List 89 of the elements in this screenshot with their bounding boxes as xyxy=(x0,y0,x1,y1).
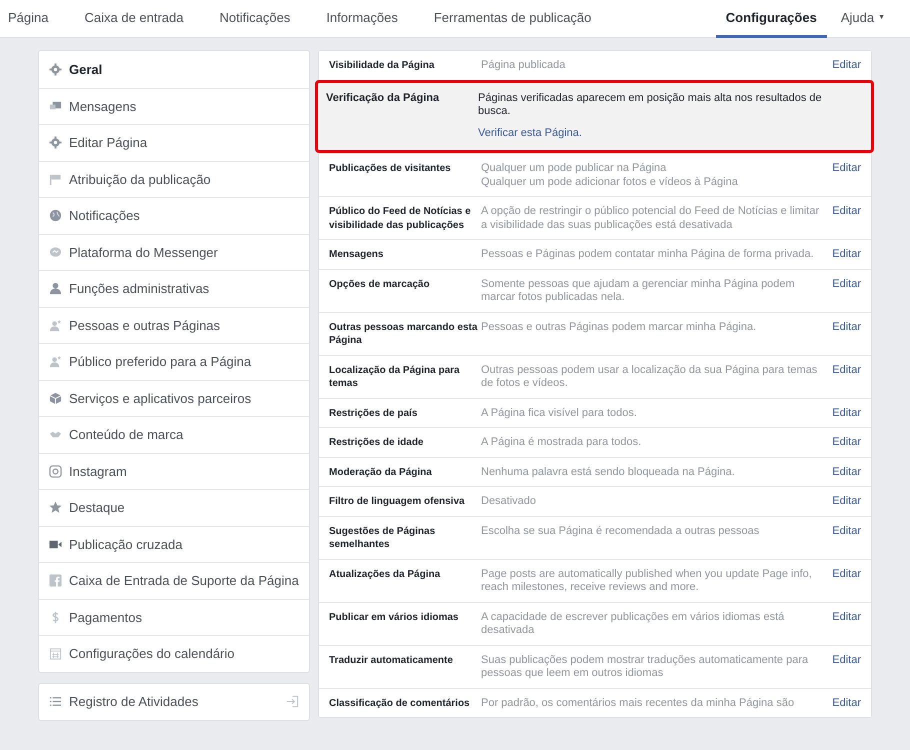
setting-label: Moderação da Página xyxy=(329,466,433,479)
edit-link[interactable]: Editar xyxy=(832,524,861,552)
setting-value: Páginas verificadas aparecem em posição mais alta nos resultados de busca. xyxy=(478,92,823,118)
edit-link[interactable]: Editar xyxy=(832,568,861,594)
nav-tab[interactable]: Caixa de entrada xyxy=(66,0,202,38)
star-icon xyxy=(49,501,62,514)
setting-value: Nenhuma palavra está sendo bloqueada na Página. xyxy=(481,466,736,479)
setting-label: Atualizações da Página xyxy=(329,568,442,582)
person-star-icon xyxy=(49,355,62,368)
sidebar-item[interactable]: Plataforma do Messenger xyxy=(39,234,309,270)
calendar-icon xyxy=(49,647,62,660)
setting-label: Visibilidade da Página xyxy=(329,59,436,72)
person-icon xyxy=(49,282,62,296)
setting-value: Somente pessoas que ajudam a gerenciar minha Página podem marcar fotos publicadas nela. xyxy=(481,278,796,304)
setting-label: Publicar em vários idiomas xyxy=(329,610,460,624)
setting-label: Traduzir automaticamente xyxy=(329,654,454,668)
setting-label: Público do Feed de Notícias e visibilidade das publicações xyxy=(329,205,472,232)
sidebar-item[interactable]: Instagram xyxy=(39,452,309,489)
sidebar-item[interactable]: Caixa de Entrada de Suporte da Página xyxy=(39,562,309,598)
setting-label: Restrições de idade xyxy=(329,436,424,450)
setting-value: Suas publicações podem mostrar traduções automaticamente para pessoas que leem em outros idiomas xyxy=(481,654,810,680)
setting-value: A capacidade de escrever publicações em vários idiomas está desativada xyxy=(481,610,786,638)
sidebar-item[interactable]: Mensagens xyxy=(39,88,309,124)
setting-value: Qualquer um pode adicionar fotos e vídeos à Página xyxy=(481,176,739,189)
setting-value: A Página é mostrada para todos. xyxy=(481,436,642,450)
setting-value: A Página fica visível para todos. xyxy=(481,406,638,420)
sidebar-item[interactable]: Editar Página xyxy=(39,124,309,160)
sidebar-item[interactable]: Geral xyxy=(39,51,309,88)
nav-tab[interactable]: Ferramentas de publicação xyxy=(416,0,610,38)
edit-link[interactable]: Editar xyxy=(832,248,861,262)
nav-tab[interactable]: Configurações xyxy=(716,0,827,38)
edit-link[interactable]: Editar xyxy=(832,466,861,479)
edit-link[interactable]: Editar xyxy=(832,205,861,232)
setting-label: Filtro de linguagem ofensiva xyxy=(329,495,466,508)
edit-link[interactable]: Editar xyxy=(832,278,861,304)
edit-link[interactable]: Editar xyxy=(832,696,861,710)
sidebar-item[interactable]: Serviços e aplicativos parceiros xyxy=(39,380,309,416)
nav-tab[interactable]: Informações xyxy=(308,0,416,38)
edit-link[interactable]: Editar xyxy=(832,406,861,420)
edit-link[interactable]: Editar xyxy=(832,162,861,189)
setting-value: Qualquer um pode publicar na Página xyxy=(481,162,668,176)
setting-value: Escolha se sua Página é recomendada a outras pessoas xyxy=(481,524,760,538)
flag-icon xyxy=(49,172,62,186)
edit-link[interactable]: Editar xyxy=(832,436,861,450)
sidebar-item[interactable]: Destaque xyxy=(39,489,309,526)
setting-value: A opção de restringir o público potencial do Feed de Notícias e limitar a visibilidade das suas publicações está desativada xyxy=(481,205,820,232)
sidebar-item[interactable]: Pessoas e outras Páginas xyxy=(39,306,309,343)
edit-link[interactable]: Editar xyxy=(832,654,861,680)
setting-value: Pessoas e Páginas podem contatar minha Página de forma privada. xyxy=(481,248,815,262)
setting-label: Sugestões de Páginas semelhantes xyxy=(329,524,436,552)
square-icon xyxy=(49,574,62,588)
edit-link[interactable]: Editar xyxy=(832,495,861,508)
cube-icon xyxy=(49,392,62,405)
verify-link[interactable]: Verificar esta Página. xyxy=(478,126,851,140)
sidebar-item[interactable]: Pagamentos xyxy=(39,598,309,635)
setting-label: Classificação de comentários xyxy=(329,696,471,710)
sidebar-item[interactable]: Notificações xyxy=(39,197,309,234)
edit-link[interactable]: Editar xyxy=(832,610,861,638)
globe-icon xyxy=(49,209,62,222)
bubble-icon xyxy=(49,246,62,259)
setting-label: Opções de marcação xyxy=(329,278,431,292)
setting-label: Localização da Página para temas xyxy=(329,364,461,390)
sidebar-item[interactable]: Publicação cruzada xyxy=(39,526,309,562)
setting-label: Mensagens xyxy=(329,248,384,262)
camera-icon xyxy=(49,464,62,478)
setting-value: Desativado xyxy=(481,495,538,508)
nav-tab[interactable]: Notificações xyxy=(202,0,308,38)
activity-log-link[interactable]: Registro de Atividades xyxy=(38,682,310,720)
setting-label: Verificação da Página xyxy=(326,92,440,106)
setting-label: Restrições de país xyxy=(329,406,418,420)
edit-link[interactable]: Editar xyxy=(832,320,861,348)
setting-label: Outras pessoas marcando esta Página xyxy=(329,320,478,348)
sidebar-item[interactable]: Configurações do calendário xyxy=(39,635,309,672)
edit-link[interactable]: Editar xyxy=(832,364,861,390)
edit-link[interactable]: Editar xyxy=(832,59,861,72)
setting-value: Por padrão, os comentários mais recentes da minha Página são xyxy=(481,696,796,710)
setting-value: Outras pessoas podem usar a localização da sua Página para temas de fotos e vídeos. xyxy=(481,364,818,390)
person-star-icon xyxy=(49,318,62,332)
sidebar-item[interactable]: Conteúdo de marca xyxy=(39,416,309,452)
sidebar-item[interactable]: Funções administrativas xyxy=(39,270,309,306)
nav-tab[interactable]: Página xyxy=(8,0,66,38)
sidebar-item[interactable]: Público preferido para a Página xyxy=(39,343,309,380)
list-icon xyxy=(49,695,62,708)
setting-value: Página publicada xyxy=(481,59,566,72)
sidebar-item[interactable]: Atribuição da publicação xyxy=(39,160,309,197)
setting-value: Page posts are automatically published when you update Page info, reach milestones, receive reviews and more. xyxy=(481,568,813,594)
setting-label: Publicações de visitantes xyxy=(329,162,452,176)
sign-in-icon xyxy=(286,695,299,708)
setting-value: Pessoas e outras Páginas podem marcar minha Página. xyxy=(481,320,758,334)
